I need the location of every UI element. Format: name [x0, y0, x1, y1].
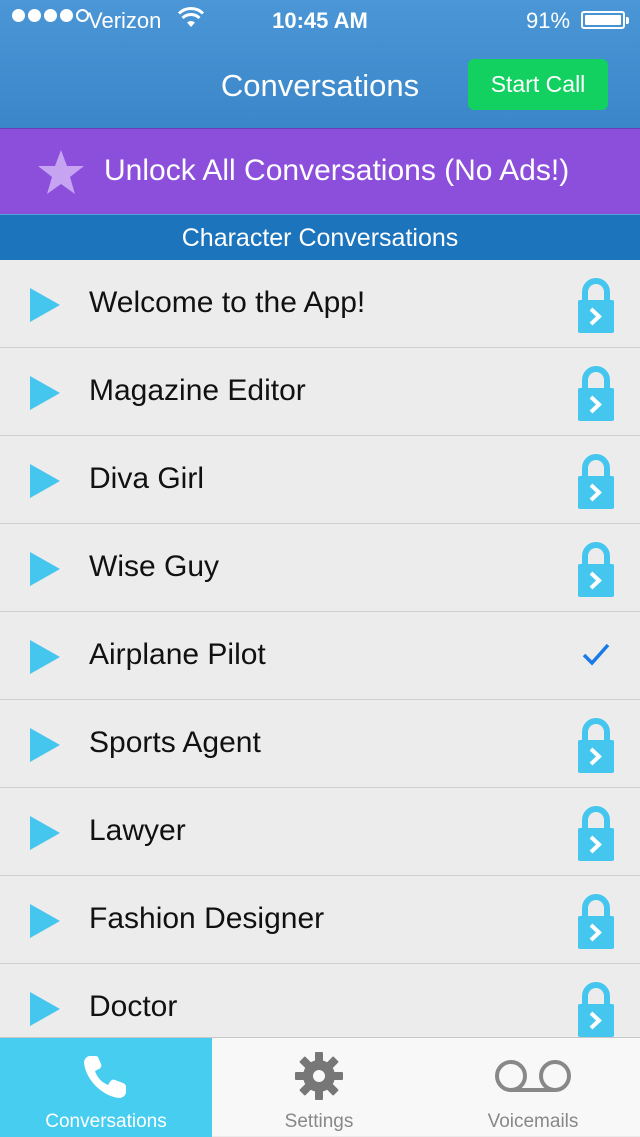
play-icon[interactable] — [30, 728, 60, 767]
conversation-row[interactable]: Wise Guy — [0, 524, 640, 612]
tab-label: Conversations — [45, 1111, 167, 1132]
conversation-row[interactable]: Magazine Editor — [0, 348, 640, 436]
phone-icon — [80, 1050, 132, 1108]
lock-icon[interactable] — [577, 364, 615, 427]
checkmark-icon — [582, 642, 610, 671]
lock-icon[interactable] — [577, 452, 615, 515]
play-icon[interactable] — [30, 904, 60, 943]
conversation-row[interactable]: Lawyer — [0, 788, 640, 876]
conversation-name: Doctor — [89, 990, 178, 1023]
conversation-name: Magazine Editor — [89, 374, 306, 407]
conversation-row[interactable]: Doctor — [0, 964, 640, 1037]
lock-icon[interactable] — [577, 892, 615, 955]
lock-icon[interactable] — [577, 804, 615, 867]
navigation-header: Verizon 10:45 AM 91% Conversations Start… — [0, 0, 640, 128]
voicemail-icon — [493, 1056, 573, 1102]
star-icon — [36, 148, 86, 201]
play-icon[interactable] — [30, 640, 60, 679]
conversation-name: Lawyer — [89, 814, 186, 847]
conversation-row[interactable]: Diva Girl — [0, 436, 640, 524]
play-icon[interactable] — [30, 992, 60, 1031]
play-icon[interactable] — [30, 464, 60, 503]
lock-icon[interactable] — [577, 276, 615, 339]
conversation-row[interactable]: Welcome to the App! — [0, 260, 640, 348]
conversation-name: Airplane Pilot — [89, 638, 266, 671]
play-icon[interactable] — [30, 552, 60, 591]
play-icon[interactable] — [30, 376, 60, 415]
gear-icon — [293, 1050, 345, 1108]
conversation-name: Wise Guy — [89, 550, 220, 583]
unlock-all-banner[interactable]: Unlock All Conversations (No Ads!) — [0, 128, 640, 214]
tab-bar: Conversations Settings Voicemails — [0, 1037, 640, 1137]
conversation-name: Sports Agent — [89, 726, 261, 759]
tab-label: Settings — [284, 1111, 354, 1132]
section-header: Character Conversations — [0, 214, 640, 260]
lock-icon[interactable] — [577, 980, 615, 1037]
play-icon[interactable] — [30, 816, 60, 855]
conversation-row[interactable]: Sports Agent — [0, 700, 640, 788]
start-call-button[interactable]: Start Call — [468, 59, 608, 110]
unlock-all-label: Unlock All Conversations (No Ads!) — [104, 154, 570, 187]
lock-icon[interactable] — [577, 716, 615, 779]
battery-icon — [581, 11, 629, 29]
tab-settings[interactable]: Settings — [212, 1038, 426, 1137]
conversation-row[interactable]: Fashion Designer — [0, 876, 640, 964]
conversation-list[interactable]: Welcome to the App! Magazine Editor Diva G… — [0, 260, 640, 1037]
tab-voicemails[interactable]: Voicemails — [426, 1038, 640, 1137]
tab-label: Voicemails — [487, 1111, 579, 1132]
conversation-name: Diva Girl — [89, 462, 205, 495]
play-icon[interactable] — [30, 288, 60, 327]
conversation-name: Welcome to the App! — [89, 286, 366, 319]
status-bar: Verizon 10:45 AM 91% — [0, 0, 640, 40]
conversation-name: Fashion Designer — [89, 902, 325, 935]
tab-conversations[interactable]: Conversations — [0, 1038, 212, 1137]
lock-icon[interactable] — [577, 540, 615, 603]
conversation-row[interactable]: Airplane Pilot — [0, 612, 640, 700]
battery-percent: 91% — [526, 8, 571, 33]
